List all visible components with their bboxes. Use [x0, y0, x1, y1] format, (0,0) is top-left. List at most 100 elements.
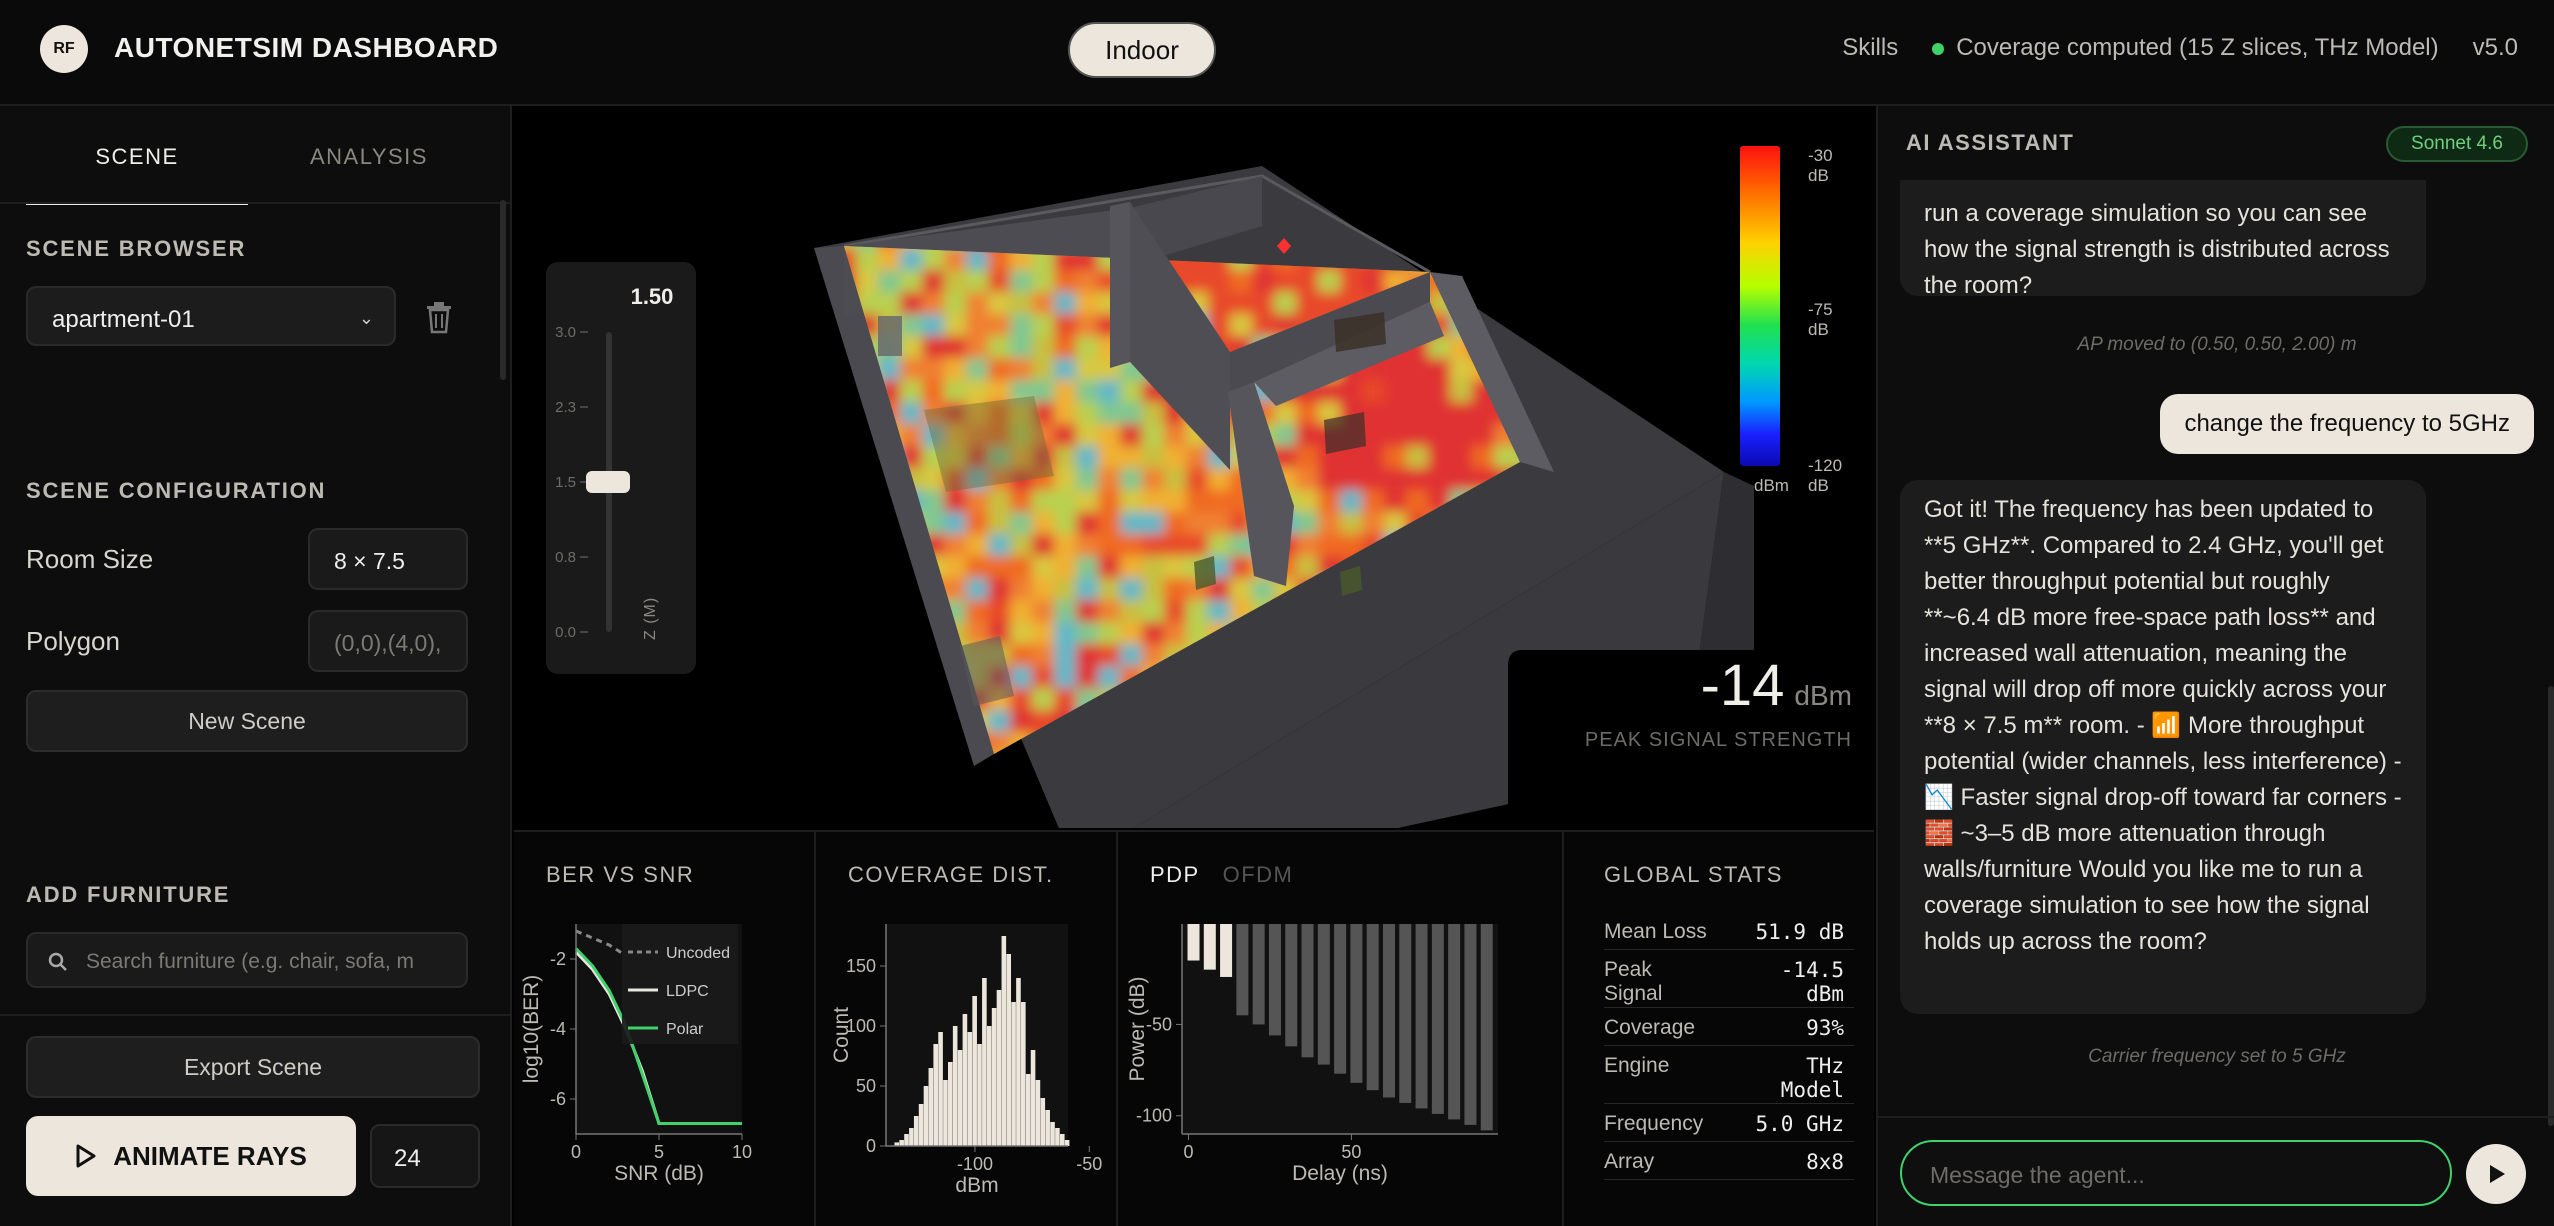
- scene-select[interactable]: apartment-01 ⌄: [26, 286, 396, 346]
- heatmap-cell: [1098, 380, 1122, 404]
- sidebar-scrollbar[interactable]: [500, 200, 506, 380]
- heatmap-cell: [844, 512, 858, 536]
- heatmap-cell: [1032, 336, 1056, 360]
- stat-row: Array 8x8: [1604, 1142, 1854, 1180]
- heatmap-cell: [1428, 248, 1452, 272]
- chat-scroll-area[interactable]: run a coverage simulation so you can see…: [1878, 180, 2554, 1116]
- z-slider[interactable]: 1.50 3.0 2.3 1.5 0.8 0.0 Z (M): [546, 262, 696, 674]
- heatmap-cell: [856, 556, 880, 580]
- scene-viewport[interactable]: 1.50 3.0 2.3 1.5 0.8 0.0 Z (M) -30 dB -75 dB -…: [514, 106, 1874, 828]
- heatmap-cell: [900, 754, 924, 778]
- z-tick-label: 3.0: [555, 324, 576, 341]
- pdp-panel: PDP OFDM 0 50 -50 -100 Delay (ns) Power (dB): [1118, 832, 1564, 1226]
- heatmap-cell: [878, 732, 902, 754]
- heatmap-cell: [1032, 358, 1056, 382]
- heatmap-cell: [844, 556, 858, 580]
- heatmap-cell: [1450, 380, 1474, 404]
- pdp-bar: [1415, 924, 1428, 1109]
- heatmap-cell: [878, 270, 902, 294]
- heatmap-cell: [1032, 688, 1056, 712]
- heatmap-cell: [1054, 358, 1078, 382]
- polygon-field[interactable]: (0,0),(4,0),: [308, 610, 468, 672]
- heatmap-cell: [1076, 600, 1100, 624]
- heatmap-cell: [1164, 534, 1188, 558]
- room-size-field[interactable]: 8 × 7.5: [308, 528, 468, 590]
- heatmap-cell: [1450, 246, 1474, 250]
- heatmap-cell: [944, 754, 968, 778]
- assistant-message: run a coverage simulation so you can see…: [1900, 180, 2426, 299]
- stat-key: Frequency: [1604, 1112, 1704, 1135]
- heatmap-cell: [1054, 556, 1078, 580]
- ray-count-input[interactable]: 24: [370, 1124, 480, 1188]
- x-tick-label: -100: [957, 1154, 993, 1174]
- histogram-bar: [1040, 1098, 1046, 1146]
- heatmap-cell: [966, 490, 990, 514]
- mode-toggle-button[interactable]: Indoor: [1068, 22, 1216, 78]
- furniture-search-input[interactable]: Search furniture (e.g. chair, sofa, m: [26, 932, 468, 988]
- heatmap-cell: [1428, 402, 1452, 426]
- tab-scene[interactable]: SCENE: [26, 144, 248, 170]
- heatmap-cell: [900, 336, 924, 360]
- heatmap-cell: [922, 314, 946, 338]
- heatmap-cell: [1406, 402, 1430, 426]
- export-scene-button[interactable]: Export Scene: [26, 1036, 480, 1098]
- chat-message-input[interactable]: Message the agent...: [1900, 1140, 2452, 1206]
- heatmap-cell: [1428, 358, 1452, 382]
- heatmap-cell: [1142, 446, 1166, 470]
- histogram-bar: [952, 1026, 958, 1146]
- heatmap-cell: [900, 600, 924, 624]
- heatmap-cell: [1296, 534, 1320, 558]
- heatmap-cell: [1186, 600, 1210, 624]
- heatmap-cell: [1076, 556, 1100, 580]
- heatmap-cell: [1054, 270, 1078, 294]
- heatmap-cell: [1252, 292, 1276, 316]
- x-axis-label: dBm: [955, 1174, 998, 1197]
- heatmap-cell: [1274, 424, 1298, 448]
- heatmap-cell: [878, 248, 902, 272]
- assistant-message: Got it! The frequency has been updated t…: [1900, 480, 2426, 1014]
- heatmap-cell: [1318, 490, 1342, 514]
- heatmap-cell: [900, 358, 924, 382]
- heatmap-cell: [1406, 358, 1430, 382]
- x-tick-label: -50: [1076, 1154, 1102, 1174]
- heatmap-cell: [1120, 424, 1144, 448]
- z-slider-handle[interactable]: [586, 471, 630, 493]
- heatmap-cell: [988, 270, 1012, 294]
- animate-rays-button[interactable]: ANIMATE RAYS: [26, 1116, 356, 1196]
- x-tick-label: 0: [1184, 1142, 1194, 1162]
- heatmap-cell: [944, 380, 968, 404]
- colorbar-gradient: [1740, 146, 1780, 466]
- heatmap-cell: [1208, 534, 1232, 558]
- ai-assistant-title: AI ASSISTANT: [1906, 130, 2075, 155]
- tab-analysis[interactable]: ANALYSIS: [258, 144, 480, 170]
- heatmap-cell: [966, 600, 990, 624]
- z-tick-label: 0.8: [555, 549, 576, 566]
- heatmap-cell: [1318, 468, 1342, 492]
- heatmap-cell: [944, 732, 968, 754]
- y-tick-label: -2: [550, 949, 566, 969]
- new-scene-button[interactable]: New Scene: [26, 690, 468, 752]
- trash-icon[interactable]: [424, 300, 454, 334]
- heatmap-cell: [966, 534, 990, 558]
- model-badge[interactable]: Sonnet 4.6: [2386, 126, 2528, 162]
- chat-scrollbar[interactable]: [2548, 686, 2554, 1126]
- heatmap-cell: [1076, 292, 1100, 316]
- colorbar-bottom-value: -120: [1808, 456, 1843, 475]
- heatmap-cell: [1010, 666, 1034, 690]
- y-tick-label: -100: [1136, 1106, 1172, 1126]
- send-button[interactable]: [2466, 1144, 2526, 1204]
- heatmap-cell: [1076, 622, 1100, 646]
- heatmap-cell: [1340, 490, 1364, 514]
- heatmap-cell: [1428, 446, 1452, 470]
- heatmap-cell: [878, 534, 902, 558]
- heatmap-cell: [1098, 556, 1122, 580]
- heatmap-cell: [856, 490, 880, 514]
- heatmap-cell: [988, 292, 1012, 316]
- heatmap-cell: [1296, 424, 1320, 448]
- skills-link[interactable]: Skills: [1842, 34, 1898, 62]
- heatmap-cell: [1076, 446, 1100, 470]
- heatmap-cell: [856, 732, 880, 754]
- pdp-bar: [1464, 924, 1477, 1125]
- heatmap-cell: [856, 600, 880, 624]
- heatmap-cell: [1428, 380, 1452, 404]
